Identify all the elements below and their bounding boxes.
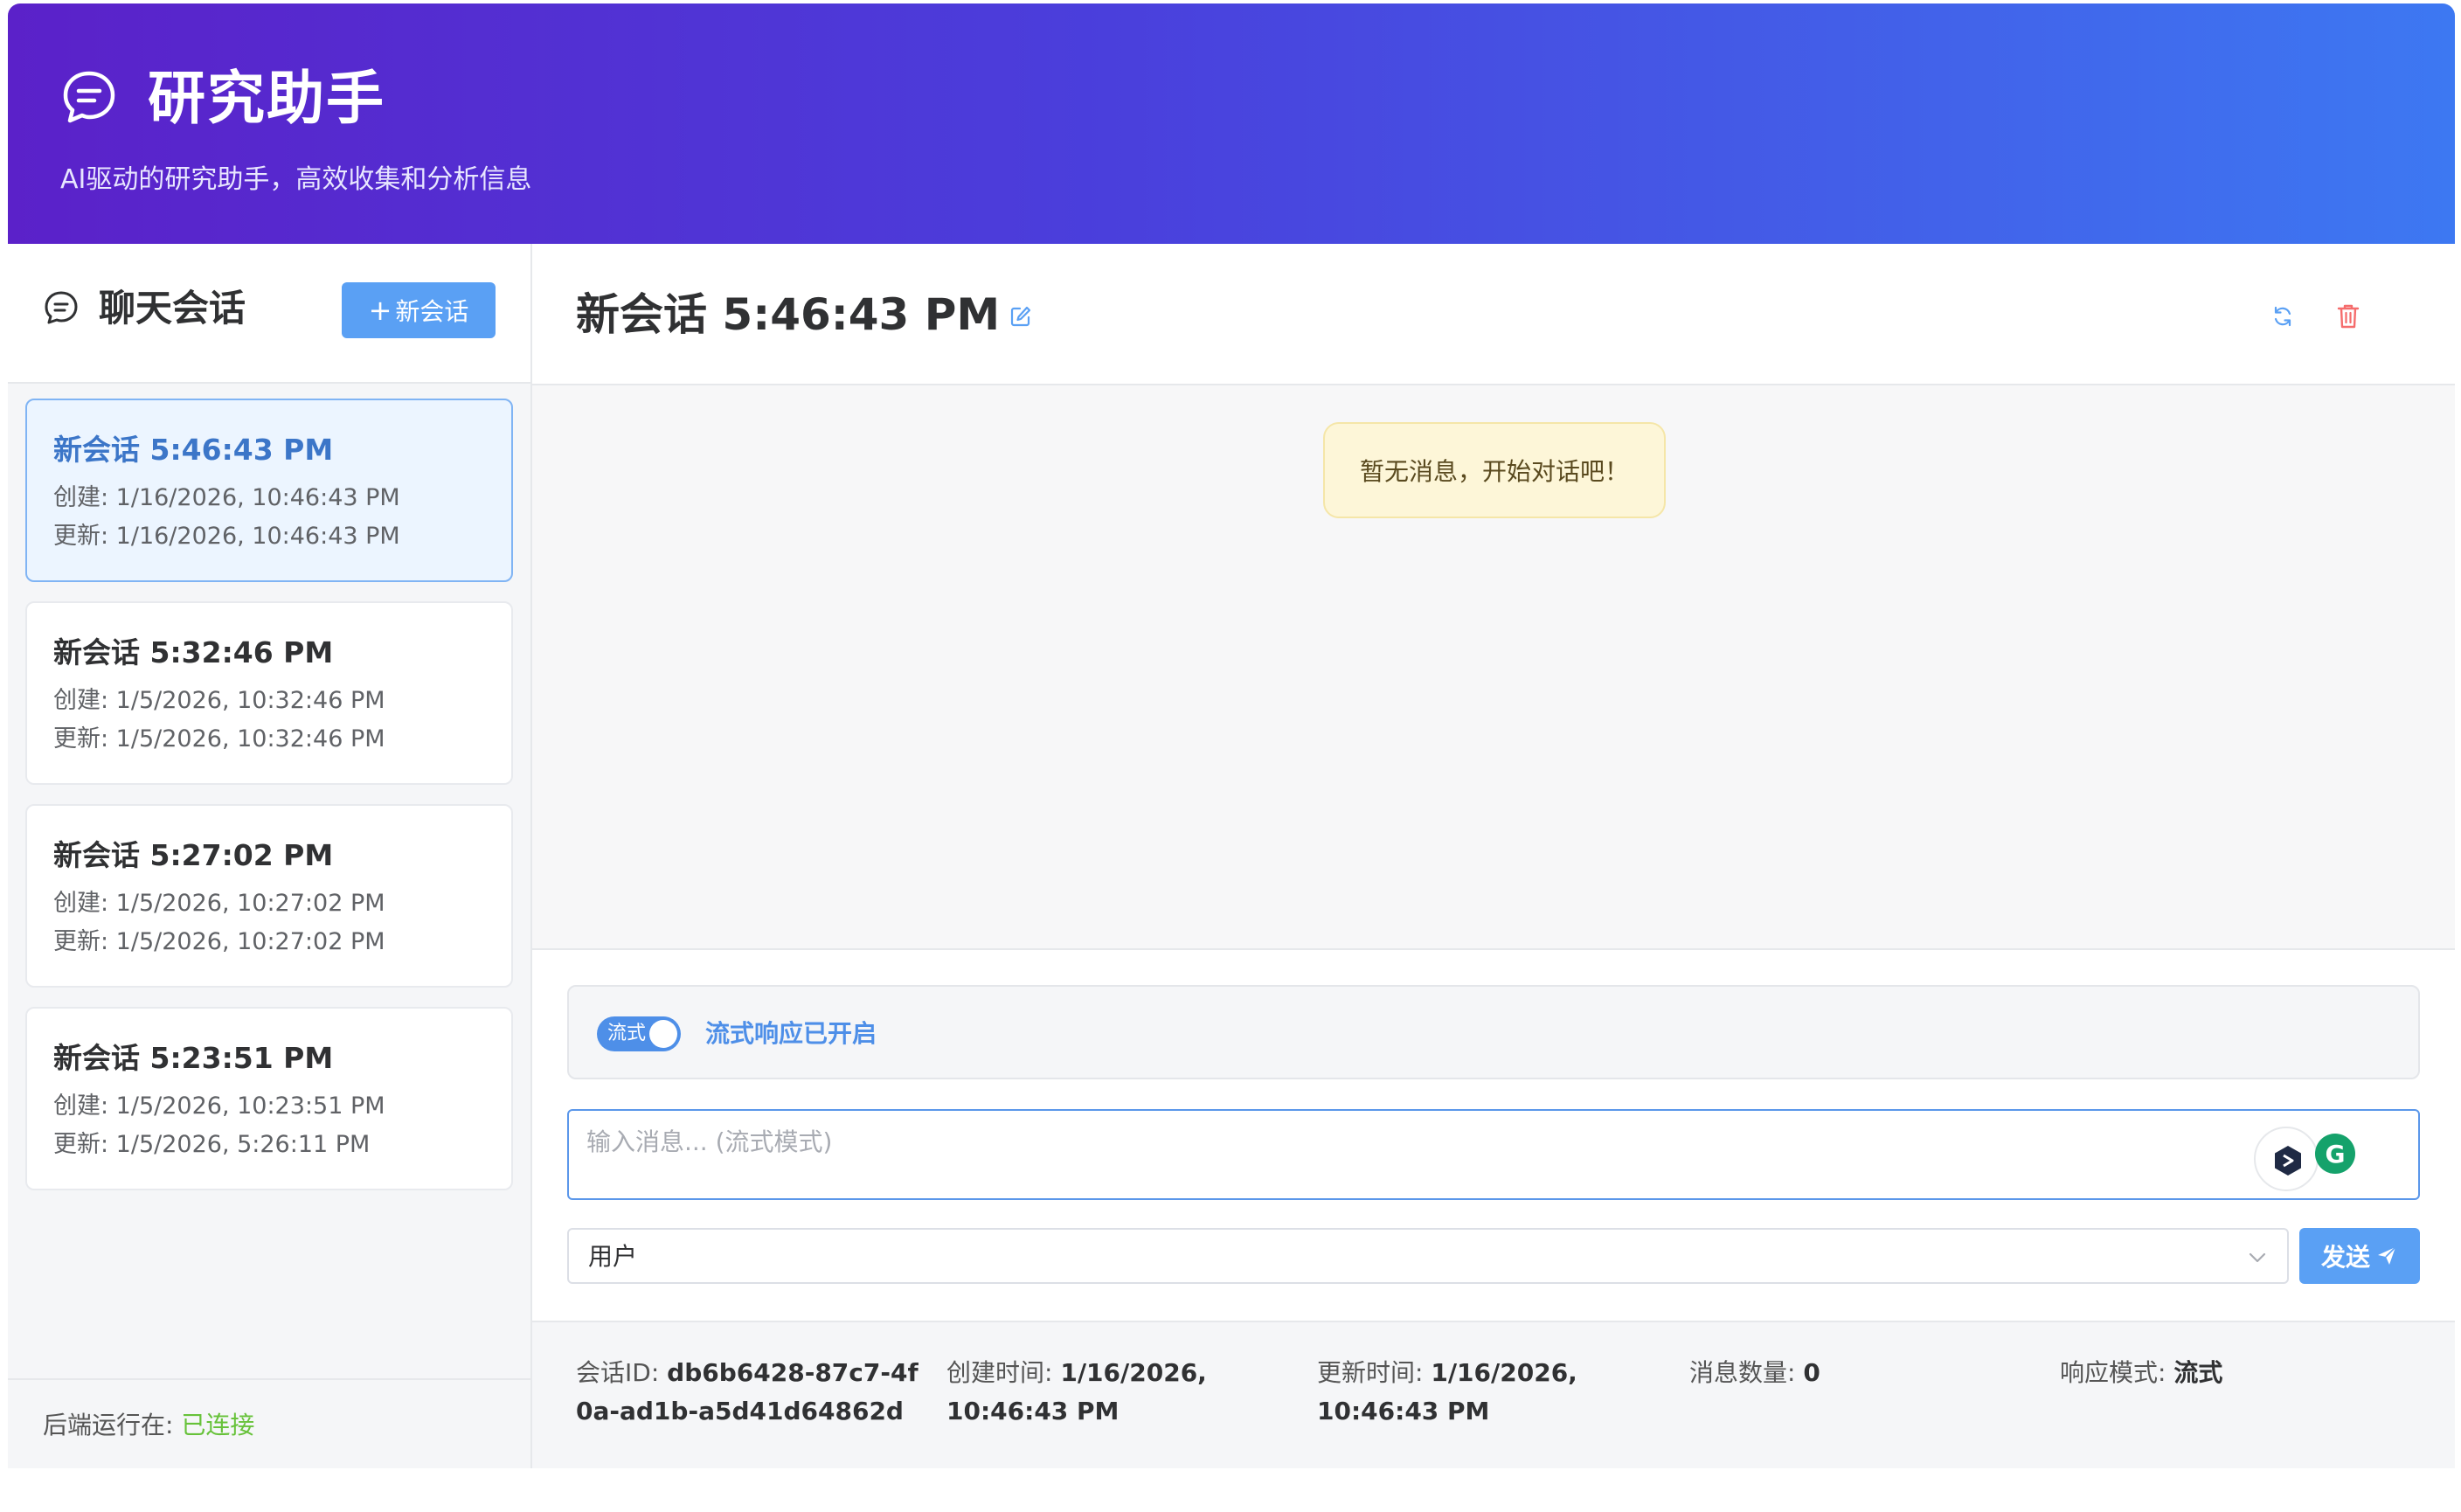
message-input[interactable] [567, 1109, 2420, 1200]
info-session-id-label: 会话ID: [576, 1358, 668, 1387]
info-created: 创建时间: 1/16/2026, 10:46:43 PM [946, 1354, 1296, 1431]
plus-icon: + [368, 294, 392, 327]
sidebar-title: 聊天会话 [99, 287, 246, 329]
session-title: 新会话 5:32:46 PM [53, 635, 334, 669]
delete-icon[interactable] [2336, 303, 2360, 329]
info-response-mode: 响应模式: 流式 [2060, 1354, 2392, 1392]
send-icon [2378, 1246, 2396, 1265]
extension-hex-icon [2275, 1146, 2301, 1176]
role-select-value: 用户 [588, 1242, 638, 1271]
conversation-title: 新会话 5:46:43 PM [576, 289, 1001, 340]
chat-icon [45, 291, 78, 324]
chat-main: 新会话 5:46:43 PM 暂无消息，开始对话吧！ 流式 流式响应已开启 输入… [532, 244, 2455, 1468]
session-created: 创建: 1/5/2026, 10:27:02 PM [53, 890, 385, 917]
session-item[interactable]: 新会话 5:27:02 PM 创建: 1/5/2026, 10:27:02 PM… [25, 804, 513, 988]
session-title: 新会话 5:23:51 PM [53, 1041, 334, 1075]
info-response-mode-label: 响应模式: [2060, 1358, 2174, 1387]
session-title: 新会话 5:46:43 PM [53, 433, 334, 467]
edit-icon[interactable] [1009, 305, 1032, 328]
connection-status: 已连接 [181, 1411, 255, 1439]
session-sidebar: 聊天会话 + 新会话 新会话 5:46:43 PM 创建: 1/16/2026,… [8, 244, 532, 1468]
session-title: 新会话 5:27:02 PM [53, 838, 334, 872]
info-created-label: 创建时间: [946, 1358, 1061, 1387]
session-item[interactable]: 新会话 5:23:51 PM 创建: 1/5/2026, 10:23:51 PM… [25, 1007, 513, 1190]
session-created: 创建: 1/16/2026, 10:46:43 PM [53, 484, 400, 511]
new-session-label: 新会话 [395, 297, 469, 326]
session-info-bar: 会话ID: db6b6428-87c7-4f0a-ad1b-a5d41d6486… [532, 1322, 2455, 1468]
backend-status: 后端运行在: 已连接 [43, 1408, 254, 1443]
sidebar-header: 聊天会话 + 新会话 [8, 244, 530, 384]
app-header: 研究助手 AI驱动的研究助手，高效收集和分析信息 [8, 3, 2455, 244]
backend-status-footer: 后端运行在: 已连接 [8, 1378, 530, 1468]
backend-status-label: 后端运行在: [43, 1411, 182, 1439]
session-updated: 更新: 1/5/2026, 5:26:11 PM [53, 1131, 371, 1158]
session-created: 创建: 1/5/2026, 10:23:51 PM [53, 1092, 385, 1120]
session-updated: 更新: 1/16/2026, 10:46:43 PM [53, 523, 400, 550]
app-subtitle: AI驱动的研究助手，高效收集和分析信息 [60, 164, 532, 195]
send-label: 发送 [2320, 1243, 2370, 1272]
empty-message-notice: 暂无消息，开始对话吧！ [1323, 422, 1666, 518]
extension-badge[interactable] [2254, 1127, 2319, 1191]
stream-settings-bar: 流式 流式响应已开启 [567, 985, 2420, 1079]
session-item[interactable]: 新会话 5:46:43 PM 创建: 1/16/2026, 10:46:43 P… [25, 399, 513, 582]
stream-status-text: 流式响应已开启 [705, 1019, 877, 1048]
session-created: 创建: 1/5/2026, 10:32:46 PM [53, 687, 385, 714]
toggle-knob [649, 1020, 677, 1048]
session-item[interactable]: 新会话 5:32:46 PM 创建: 1/5/2026, 10:32:46 PM… [25, 601, 513, 785]
app-window: 研究助手 AI驱动的研究助手，高效收集和分析信息 聊天会话 + 新会话 新会话 … [8, 3, 2455, 1468]
new-session-button[interactable]: + 新会话 [342, 282, 496, 338]
stream-toggle[interactable]: 流式 [597, 1016, 681, 1051]
grammarly-icon[interactable]: G [2315, 1134, 2355, 1174]
session-updated: 更新: 1/5/2026, 10:32:46 PM [53, 725, 385, 753]
chevron-down-icon [2249, 1252, 2266, 1263]
refresh-icon[interactable] [2271, 305, 2294, 328]
message-list[interactable]: 暂无消息，开始对话吧！ [532, 385, 2455, 950]
info-message-count-label: 消息数量: [1689, 1358, 1804, 1387]
app-title: 研究助手 [148, 65, 385, 132]
info-message-count: 消息数量: 0 [1689, 1354, 2021, 1392]
info-message-count-value: 0 [1803, 1358, 1820, 1387]
stream-toggle-label: 流式 [607, 1023, 647, 1044]
chat-bubble-icon [63, 71, 115, 123]
info-response-mode-value: 流式 [2173, 1358, 2223, 1387]
role-select[interactable]: 用户 [567, 1228, 2289, 1284]
info-updated: 更新时间: 1/16/2026, 10:46:43 PM [1317, 1354, 1667, 1431]
info-session-id: 会话ID: db6b6428-87c7-4f0a-ad1b-a5d41d6486… [576, 1354, 934, 1431]
info-updated-label: 更新时间: [1317, 1358, 1432, 1387]
chat-header: 新会话 5:46:43 PM [532, 244, 2455, 385]
send-button[interactable]: 发送 [2299, 1228, 2420, 1284]
session-updated: 更新: 1/5/2026, 10:27:02 PM [53, 928, 385, 955]
message-composer: 流式 流式响应已开启 G 用户 发送 [532, 950, 2455, 1322]
